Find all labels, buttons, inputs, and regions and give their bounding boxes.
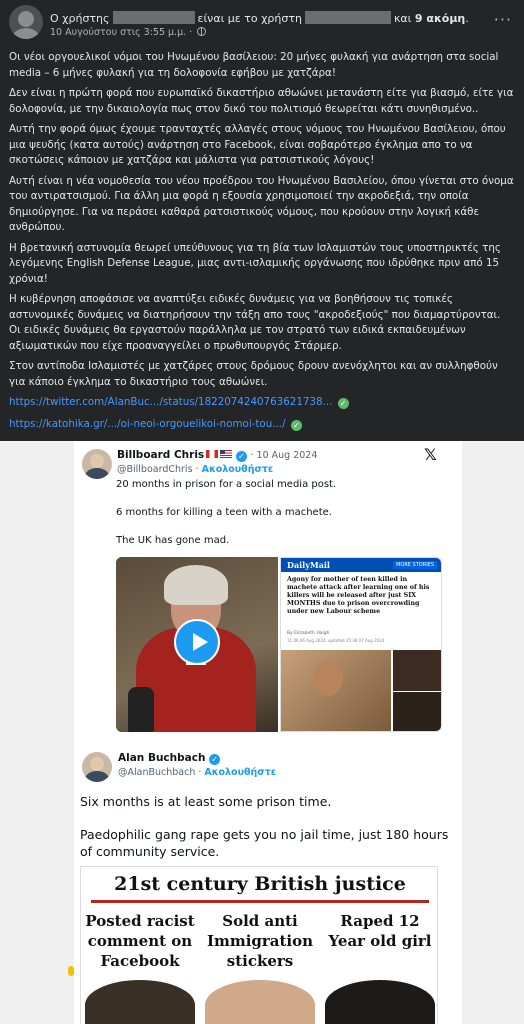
twitter-link[interactable]: https://twitter.com/AlanBuc.../status/18… <box>9 395 515 411</box>
post-paragraph: Αυτή είναι η νέα νομοθεσία του νέου προέ… <box>9 174 514 234</box>
tweet-line: 6 months for killing a teen with a mache… <box>116 507 332 518</box>
tweet-line: The UK has gone mad. <box>116 535 230 546</box>
dailymail-headline: Agony for mother of teen killed in mache… <box>287 576 430 615</box>
post-body: Οι νέοι οργουελικοί νόμοι του Ηνωμένου β… <box>9 50 515 438</box>
suspect-photo <box>393 650 441 691</box>
person-photo <box>205 980 315 1024</box>
tweet-author-name: Alan Buchbach <box>118 752 206 764</box>
dailymail-screenshot[interactable]: DailyMail MORE STORIES Agony for mother … <box>280 557 442 732</box>
tweet-handle-line: @BillboardChris · Ακολουθήστε <box>117 464 274 475</box>
post-paragraph: Οι νέοι οργουελικοί νόμοι του Ηνωμένου β… <box>9 51 499 79</box>
twitter-link-text[interactable]: https://twitter.com/AlanBuc.../status/18… <box>9 396 332 408</box>
globe-icon <box>197 27 207 36</box>
katohika-link[interactable]: https://katohika.gr/.../oi-neoi-orgoueli… <box>9 417 515 433</box>
dailymail-date: 11:46 06 Aug 2024, updated 15:38 07 Aug … <box>287 638 385 643</box>
katohika-link-text[interactable]: https://katohika.gr/.../oi-neoi-orgoueli… <box>9 418 286 430</box>
tweet-line: Paedophilic gang rape gets you no jail t… <box>80 827 449 859</box>
column-caption: Posted racist comment on Facebook <box>85 912 195 970</box>
video-figure-wig <box>164 565 228 605</box>
header-dot: . <box>465 12 469 25</box>
tweet-handle-line: @AlanBuchbach · Ακολουθήστε <box>118 767 277 778</box>
tweet-card-billboardchris: Billboard Chris ✓ · 10 Aug 2024 @Billboa… <box>74 441 462 738</box>
person-photo <box>325 980 435 1024</box>
victim-photo <box>281 650 391 731</box>
tweet-handle: @BillboardChris <box>117 464 193 475</box>
play-button[interactable] <box>174 619 220 665</box>
sticker-marker <box>68 966 74 976</box>
more-stories-button: MORE STORIES <box>393 561 437 569</box>
us-flag-icon <box>220 450 233 458</box>
follow-link[interactable]: Ακολουθήστε <box>204 767 276 778</box>
verified-icon: ✓ <box>209 754 221 765</box>
post-paragraph: Η βρετανική αστυνομία θεωρεί υπεύθυνους … <box>9 241 501 285</box>
meta-separator: · <box>189 27 193 38</box>
checkmark-icon: ✓ <box>290 419 302 431</box>
tweet-date: · 10 Aug 2024 <box>250 450 318 461</box>
column-caption: Raped 12 Year old girl <box>328 912 432 950</box>
tweet-avatar <box>82 449 112 479</box>
more-icon[interactable]: ··· <box>494 10 512 29</box>
justice-comparison-image[interactable]: 21st century British justice Posted raci… <box>80 866 438 1024</box>
header-and: και <box>393 12 412 25</box>
x-logo-icon: 𝕏 <box>424 445 437 464</box>
tweet-author: Alan Buchbach ✓ <box>118 752 221 765</box>
post-paragraph: Αυτή την φορά όμως έχουμε τρανταχτές αλλ… <box>9 123 506 166</box>
dailymail-logo: DailyMail <box>287 560 330 570</box>
verified-icon: ✓ <box>235 451 247 462</box>
post-paragraph: Δεν είναι η πρώτη φορά που ευρωπαϊκό δικ… <box>9 87 514 115</box>
tweet-avatar <box>82 752 112 782</box>
tweet-handle: @AlanBuchbach <box>118 767 196 778</box>
tweet-author-name: Billboard Chris <box>117 449 205 461</box>
tweet-line: 20 months in prison for a social media p… <box>116 479 337 490</box>
tweet-author: Billboard Chris ✓ · 10 Aug 2024 <box>117 449 317 462</box>
checkmark-icon: ✓ <box>337 398 349 409</box>
header-prefix: Ο χρήστης <box>50 12 110 25</box>
tagged-more-link[interactable]: 9 ακόμη <box>415 12 465 25</box>
tweet-card-alanbuchbach: Alan Buchbach ✓ @AlanBuchbach · Ακολουθή… <box>74 738 462 1024</box>
person-photo <box>85 980 195 1024</box>
post-date[interactable]: 10 Αυγούστου στις 3:55 μ.μ. <box>50 27 186 38</box>
column-caption: Sold anti Immigration stickers <box>206 912 314 970</box>
header-middle: είναι με το χρήστη <box>197 12 302 25</box>
post-paragraph: Στον αντίποδα Ισλαμιστές με χατζάρες στο… <box>9 360 498 388</box>
embedded-screenshot[interactable]: Billboard Chris ✓ · 10 Aug 2024 @Billboa… <box>0 441 524 1024</box>
video-thumbnail[interactable] <box>116 557 278 732</box>
canada-flag-icon <box>206 450 219 458</box>
header-line: Ο χρήστης είναι με το χρήστη και 9 ακόμη. <box>50 11 469 25</box>
author-avatar[interactable] <box>9 5 43 39</box>
follow-link[interactable]: Ακολουθήστε <box>202 464 274 475</box>
image-title: 21st century British justice <box>114 873 406 895</box>
tweet-line: Six months is at least some prison time. <box>80 794 332 809</box>
redacted-name <box>112 11 195 24</box>
redacted-name <box>304 11 391 24</box>
post-header: Ο χρήστης είναι με το χρήστη και 9 ακόμη. … <box>0 0 524 44</box>
post-meta: 10 Αυγούστου στις 3:55 μ.μ. · <box>50 27 207 38</box>
microphone <box>128 687 154 732</box>
post-paragraph: Η κυβέρνηση αποφάσισε να αναπτύξει ειδικ… <box>9 293 501 352</box>
suspect-photo <box>393 692 441 731</box>
title-rule <box>91 900 429 903</box>
dailymail-byline: By Elizabeth Haigh <box>287 631 330 636</box>
